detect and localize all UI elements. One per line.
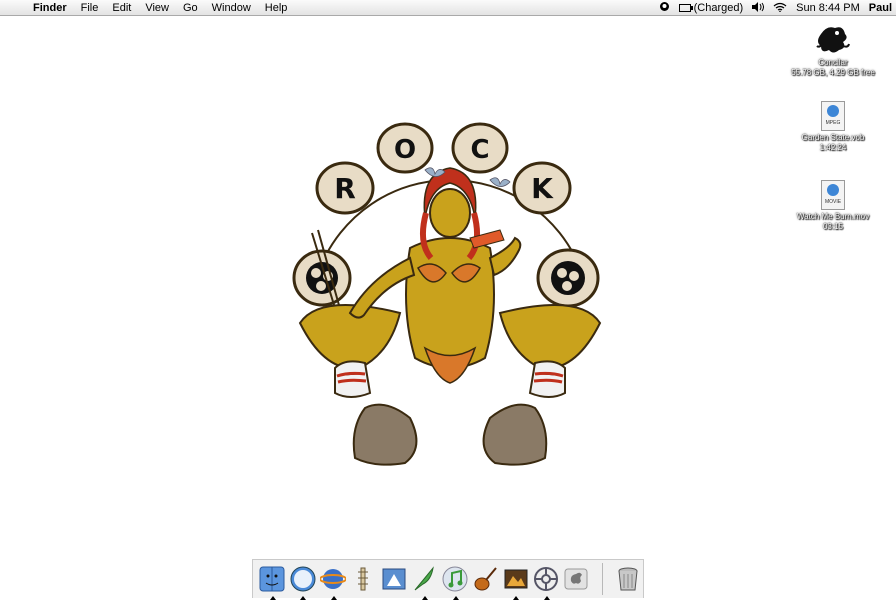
menu-view[interactable]: View: [138, 2, 176, 14]
dock-separator: [601, 563, 603, 595]
menu-edit[interactable]: Edit: [105, 2, 138, 14]
desktop-icon-watch-me-burn[interactable]: MOVIE Watch Me Burn.mov 03:15: [778, 180, 888, 232]
itunes-icon: [442, 566, 468, 592]
ichat-icon: [320, 569, 347, 589]
dock-finder[interactable]: [258, 565, 286, 600]
desktop-icon-label: Concilar: [818, 58, 848, 67]
mpeg-file-icon: MPEG: [821, 101, 845, 131]
drum-letter-c: C: [470, 135, 489, 165]
drum-left: [292, 249, 352, 307]
menu-finder[interactable]: Finder: [26, 2, 74, 14]
menu-extras: (Charged) Sun 8:44 PM Paul: [650, 0, 892, 16]
menu-window[interactable]: Window: [205, 2, 258, 14]
desktop-icon-info: 03:15: [822, 222, 844, 231]
network-icon: [534, 567, 558, 591]
drum-c: C: [451, 122, 509, 174]
trash-icon: [618, 567, 638, 591]
volume-icon[interactable]: [752, 1, 765, 15]
mail-icon: [382, 568, 406, 590]
drum-letter-k: K: [531, 172, 554, 205]
wifi-icon[interactable]: [773, 2, 787, 15]
desktop-icon-hard-drive[interactable]: Concilar 55.78 GB, 4.29 GB free: [778, 24, 888, 78]
menu-bar: Finder File Edit View Go Window Help (Ch…: [0, 0, 896, 16]
dock-mail[interactable]: [380, 565, 408, 594]
drum-letter-o: O: [394, 135, 416, 165]
user-menu[interactable]: Paul: [869, 2, 892, 14]
dock: [252, 559, 644, 600]
dock-ichat[interactable]: [319, 565, 347, 600]
drum-letter-r: R: [334, 172, 356, 205]
iphoto-icon: [504, 569, 528, 589]
battery-icon: [678, 4, 693, 12]
apple-icon: [564, 568, 588, 590]
menu-file[interactable]: File: [74, 2, 106, 14]
desktop-icon-info: 55.78 GB, 4.29 GB free: [791, 68, 875, 77]
dock-trash[interactable]: [614, 565, 642, 594]
menu-help[interactable]: Help: [258, 2, 295, 14]
battery-status: (Charged): [693, 2, 744, 14]
safari-icon: [290, 566, 316, 592]
dock-itunes[interactable]: [441, 565, 469, 600]
drum-right: [536, 248, 600, 308]
file-badge: MOVIE: [824, 199, 842, 205]
dock-safari[interactable]: [288, 565, 316, 600]
drum-o: O: [376, 122, 434, 174]
dock-preview[interactable]: [349, 565, 377, 594]
dock-garageband[interactable]: [471, 565, 499, 594]
garageband-icon: [474, 567, 497, 591]
finder-icon: [259, 566, 285, 592]
script-menu-icon[interactable]: [659, 1, 670, 15]
desktop-icon-info: 1:42:24: [819, 143, 847, 152]
dock-system-preferences[interactable]: [562, 565, 590, 594]
battery-menu[interactable]: (Charged): [678, 2, 744, 14]
dock-iphoto[interactable]: [501, 565, 529, 600]
desktop-icon-garden-state[interactable]: MPEG Garden State.vob 1:42:24: [778, 101, 888, 153]
dock-network[interactable]: [532, 565, 560, 600]
hard-drive-icon: [815, 24, 851, 56]
quill-icon: [414, 566, 435, 591]
desktop-icon-label: Garden State.vob: [801, 133, 865, 142]
drum-k: K: [512, 161, 572, 215]
drum-r: R: [315, 161, 375, 215]
file-badge: MPEG: [825, 120, 841, 126]
desktop-icon-label: Watch Me Burn.mov: [796, 212, 870, 221]
movie-file-icon: MOVIE: [821, 180, 845, 210]
preview-icon: [358, 567, 369, 591]
dock-quill[interactable]: [410, 565, 438, 600]
desktop-wallpaper-illustration: R O C K: [292, 122, 602, 466]
menu-clock[interactable]: Sun 8:44 PM: [796, 2, 860, 14]
menu-go[interactable]: Go: [176, 2, 205, 14]
